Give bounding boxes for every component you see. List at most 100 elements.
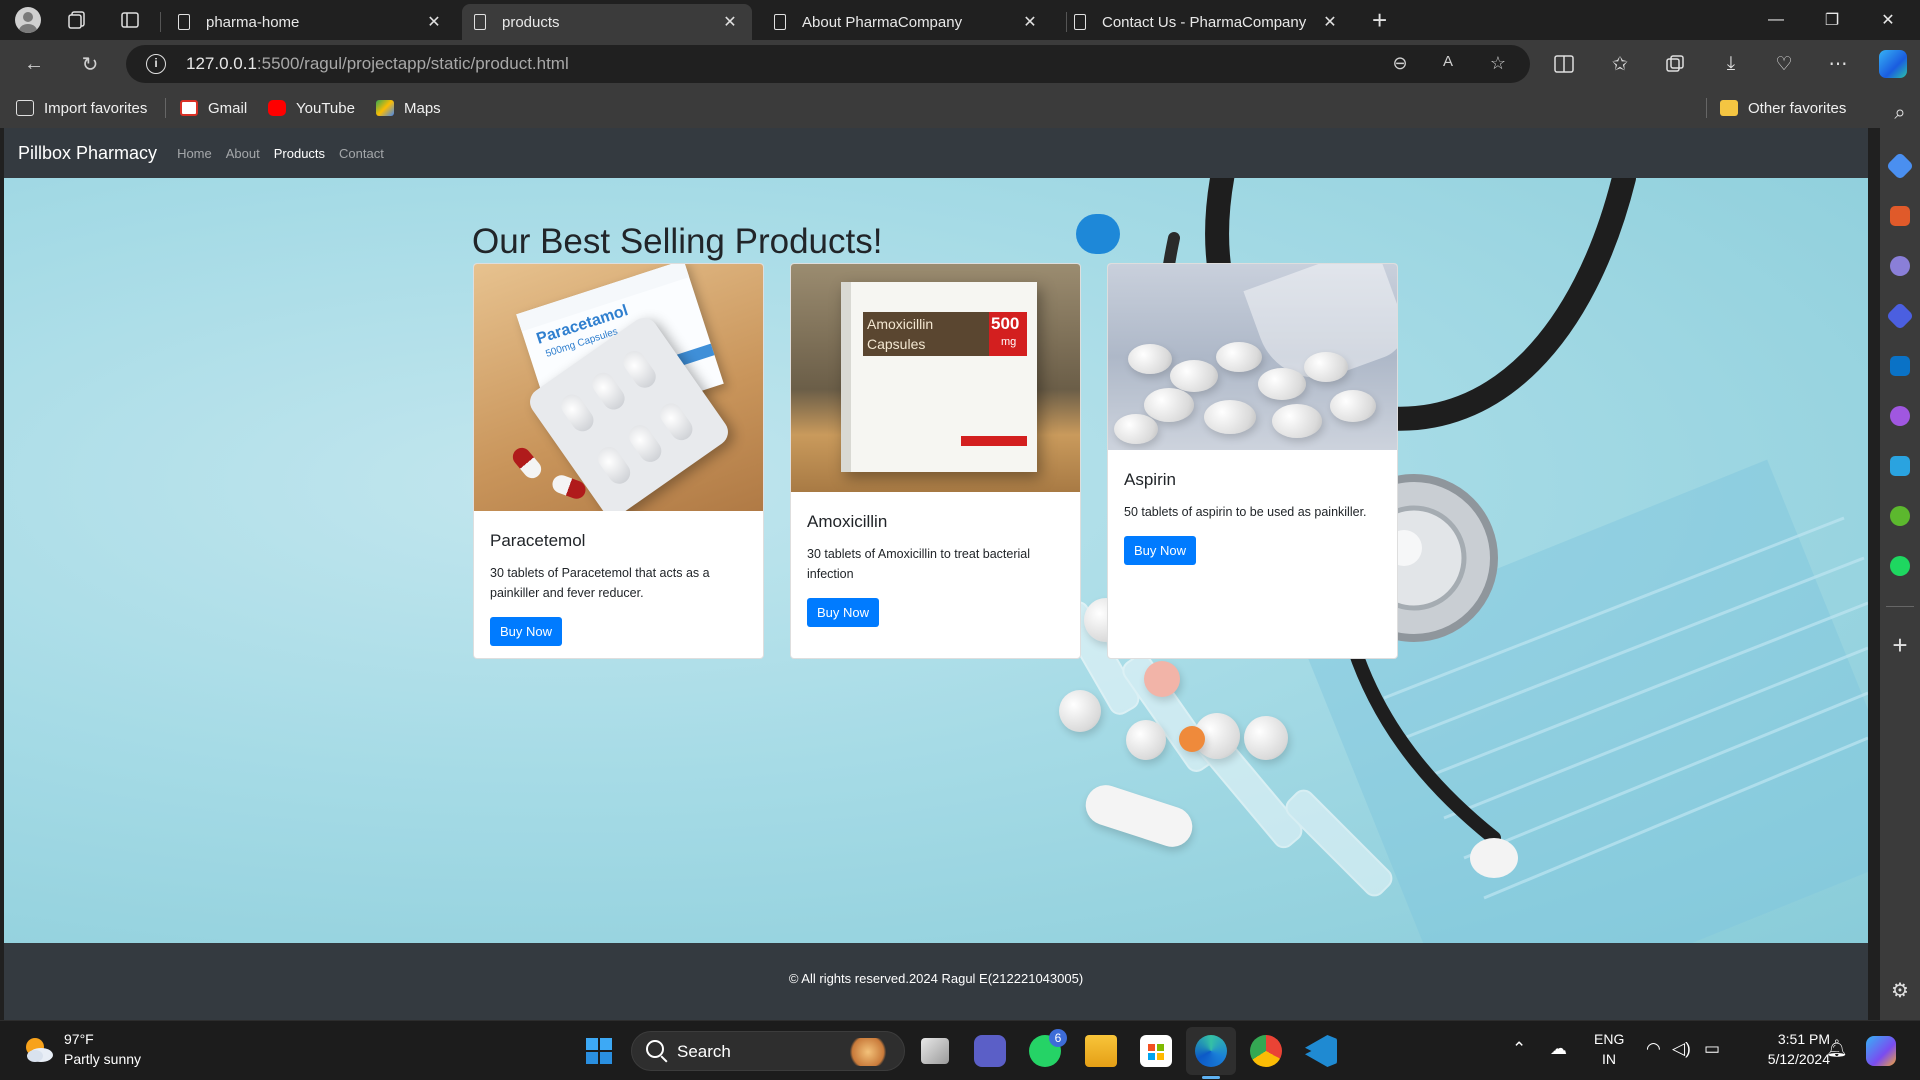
task-view-icon[interactable] — [921, 1038, 949, 1064]
tab-contact[interactable]: Contact Us - PharmaCompany ✕ — [1062, 4, 1352, 40]
zoom-icon[interactable]: ⊖ — [1388, 53, 1412, 75]
favorite-youtube[interactable]: YouTube — [268, 96, 355, 120]
read-aloud-icon[interactable]: A — [1436, 53, 1460, 75]
start-button[interactable] — [583, 1035, 615, 1067]
nav-about[interactable]: About — [226, 146, 260, 161]
sidebar-settings-icon[interactable]: ⚙ — [1880, 978, 1920, 1003]
favorite-gmail[interactable]: Gmail — [180, 96, 247, 120]
wifi-icon[interactable]: ◠ — [1646, 1039, 1661, 1059]
people-icon[interactable] — [1890, 256, 1910, 276]
shopping-tag-icon[interactable] — [1885, 151, 1915, 181]
file-explorer-icon[interactable] — [1085, 1035, 1117, 1067]
tools-icon[interactable] — [1890, 206, 1910, 226]
url-host: 127.0.0.1 — [186, 54, 257, 73]
downloads-icon[interactable]: ⤓ — [1713, 48, 1749, 80]
tab-title: pharma-home — [206, 13, 300, 31]
restore-button[interactable]: ❐ — [1804, 0, 1860, 40]
buy-now-button[interactable]: Buy Now — [1124, 536, 1197, 565]
new-tab-button[interactable]: + — [1372, 4, 1387, 36]
tab-about[interactable]: About PharmaCompany ✕ — [762, 4, 1052, 40]
tablet-icon — [1128, 344, 1172, 374]
weather-partly-sunny-icon[interactable] — [22, 1035, 54, 1065]
nav-contact[interactable]: Contact — [339, 146, 384, 161]
volume-icon[interactable]: ◁) — [1672, 1039, 1691, 1059]
games-icon[interactable] — [1885, 301, 1915, 331]
close-tab-icon[interactable]: ✕ — [424, 12, 444, 32]
pill-decoration — [1244, 716, 1288, 760]
tab-pharma-home[interactable]: pharma-home ✕ — [166, 4, 456, 40]
edge-icon[interactable] — [1195, 1035, 1227, 1067]
clock-time[interactable]: 3:51 PM — [1740, 1031, 1830, 1047]
buy-now-button[interactable]: Buy Now — [807, 598, 880, 627]
amoxicillin-image: Amoxicillin Capsules 500 mg — [791, 264, 1080, 492]
workspaces-icon[interactable] — [55, 0, 99, 40]
card-body: Aspirin 50 tablets of aspirin to be used… — [1108, 450, 1397, 585]
profile-button[interactable] — [6, 0, 50, 40]
telegram-icon[interactable] — [1890, 456, 1910, 476]
show-hidden-icons-icon[interactable]: ⌃ — [1512, 1039, 1526, 1059]
favorite-maps[interactable]: Maps — [376, 96, 441, 120]
aspirin-image — [1108, 264, 1397, 450]
folder-icon — [1720, 100, 1738, 116]
taskbar-search-box[interactable]: Search — [631, 1031, 905, 1071]
refresh-button[interactable]: ↻ — [72, 48, 108, 80]
product-name: Aspirin — [1124, 470, 1176, 489]
close-tab-icon[interactable]: ✕ — [1020, 12, 1040, 32]
close-window-button[interactable]: ✕ — [1860, 0, 1916, 40]
language-region[interactable]: IN — [1594, 1051, 1624, 1067]
nav-products[interactable]: Products — [274, 146, 325, 161]
product-name: Amoxicillin — [807, 512, 888, 531]
tab-actions-icon[interactable] — [108, 0, 152, 40]
page-icon — [178, 14, 190, 30]
copilot-icon[interactable] — [1879, 50, 1907, 78]
favorite-star-icon[interactable]: ☆ — [1486, 53, 1510, 75]
close-tab-icon[interactable]: ✕ — [720, 12, 740, 32]
web-page: Pillbox Pharmacy Home About Products Con… — [4, 128, 1868, 1020]
search-highlight-icon — [846, 1038, 890, 1066]
language-code[interactable]: ENG — [1594, 1031, 1624, 1047]
tree-icon[interactable] — [1890, 506, 1910, 526]
product-description: 30 tablets of Amoxicillin to treat bacte… — [807, 547, 1031, 581]
favorite-label: Gmail — [208, 99, 248, 117]
clock-date[interactable]: 5/12/2024 — [1740, 1051, 1830, 1067]
whatsapp-icon[interactable]: 6 — [1029, 1029, 1067, 1067]
split-screen-icon[interactable] — [1546, 48, 1582, 80]
youtube-icon — [268, 100, 286, 116]
pill-decoration — [1059, 690, 1101, 732]
vscode-icon[interactable] — [1305, 1035, 1337, 1067]
site-info-icon[interactable]: i — [146, 54, 166, 74]
browser-essentials-icon[interactable]: ♡ — [1766, 48, 1802, 80]
add-sidebar-app-icon[interactable]: + — [1880, 630, 1920, 661]
address-bar[interactable]: i 127.0.0.1:5500/ragul/projectapp/static… — [126, 45, 1530, 83]
teams-icon[interactable] — [974, 1035, 1006, 1067]
favorite-import[interactable]: Import favorites — [16, 96, 147, 120]
favorites-icon[interactable]: ✩ — [1602, 48, 1638, 80]
more-menu-icon[interactable]: ⋯ — [1820, 48, 1856, 80]
close-tab-icon[interactable]: ✕ — [1320, 12, 1340, 32]
buy-now-button[interactable]: Buy Now — [490, 617, 563, 646]
copilot-taskbar-icon[interactable] — [1866, 1036, 1896, 1066]
minimize-button[interactable]: — — [1748, 0, 1804, 40]
spotify-icon[interactable] — [1890, 556, 1910, 576]
nav-home[interactable]: Home — [177, 146, 212, 161]
notification-bell-icon[interactable]: 🔔︎ — [1826, 1039, 1848, 1059]
favorite-other[interactable]: Other favorites — [1720, 96, 1846, 120]
products-hero: Our Best Selling Products! Paracetamol 5… — [4, 178, 1868, 943]
chrome-icon[interactable] — [1250, 1035, 1282, 1067]
back-button[interactable]: ← — [16, 48, 52, 80]
import-icon — [16, 100, 34, 116]
tab-title: Contact Us - PharmaCompany — [1102, 13, 1307, 31]
battery-icon[interactable]: ▭ — [1704, 1039, 1720, 1059]
sidebar-search-icon[interactable]: ⌕ — [1880, 102, 1920, 125]
outlook-icon[interactable] — [1890, 356, 1910, 376]
tab-products[interactable]: products ✕ — [462, 4, 752, 40]
collections-icon[interactable] — [1657, 48, 1693, 80]
microsoft-store-icon[interactable] — [1140, 1035, 1172, 1067]
box-unit: mg — [1001, 336, 1017, 348]
url-path: :5500/ragul/projectapp/static/product.ht… — [256, 54, 569, 73]
site-brand[interactable]: Pillbox Pharmacy — [18, 143, 157, 164]
designer-icon[interactable] — [1890, 406, 1910, 426]
onedrive-icon[interactable]: ☁ — [1550, 1039, 1567, 1059]
page-heading: Our Best Selling Products! — [472, 222, 883, 261]
active-app-indicator — [1202, 1076, 1220, 1079]
